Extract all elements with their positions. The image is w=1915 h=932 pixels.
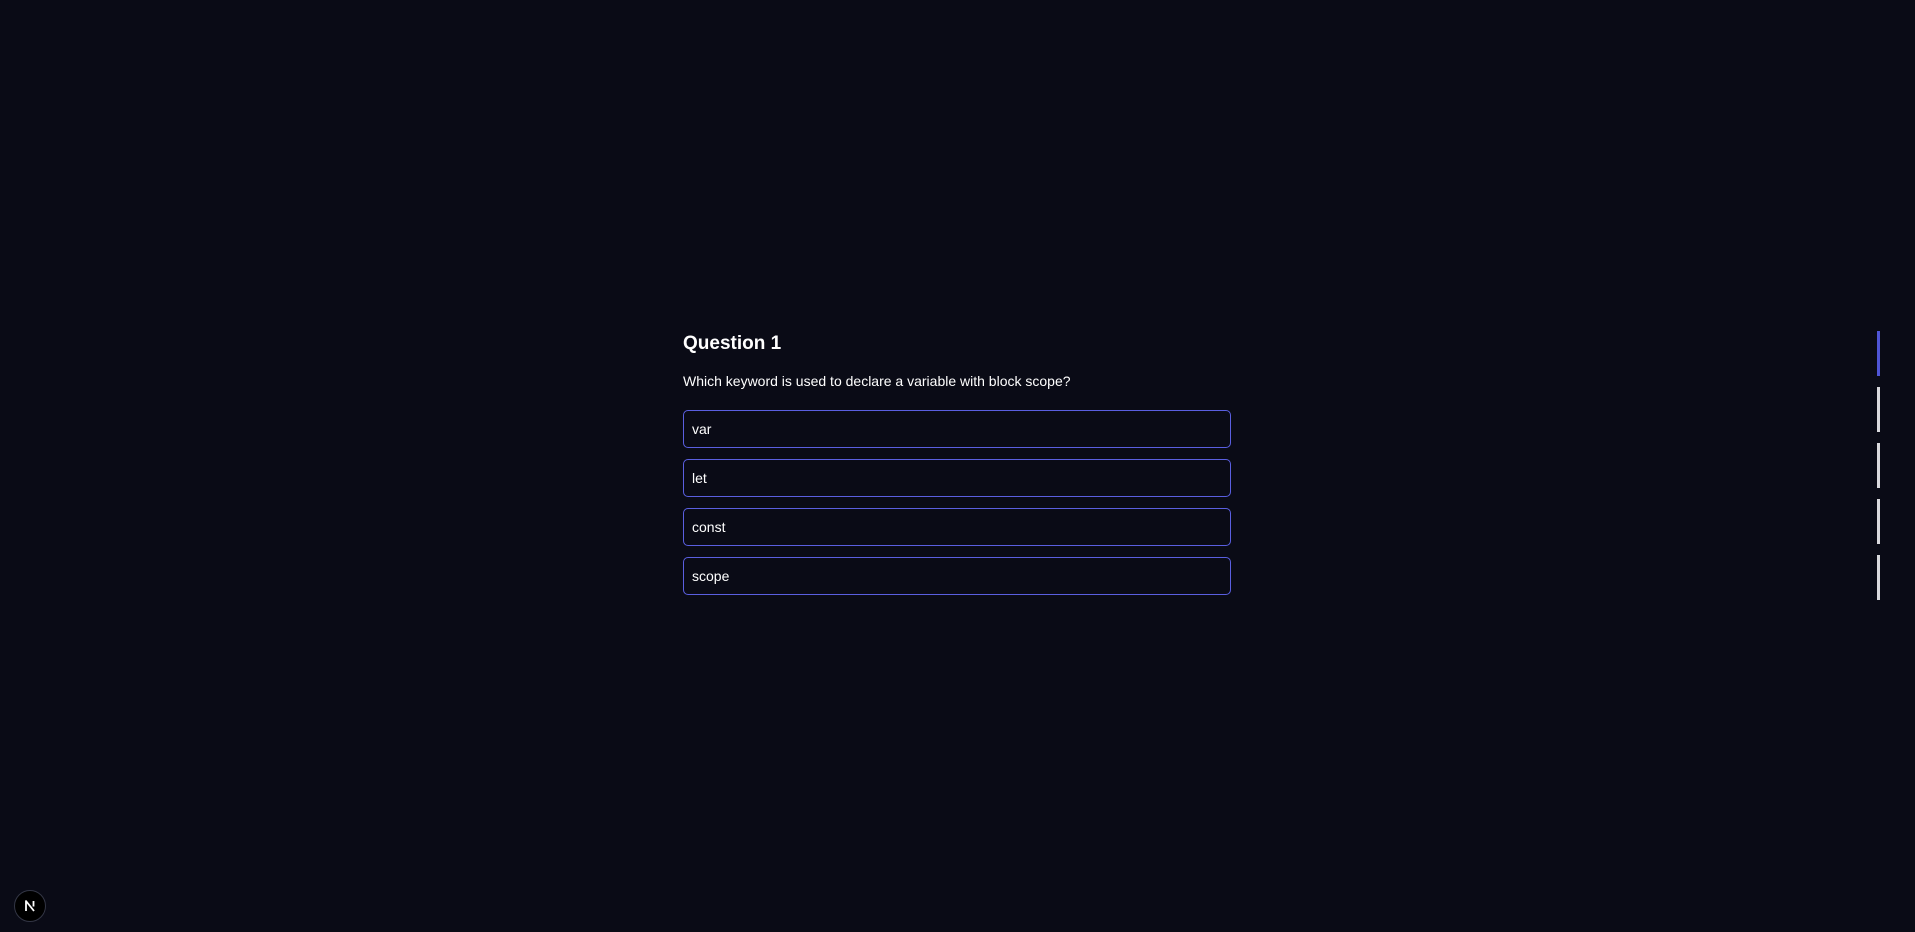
- question-title: Question 1: [683, 333, 782, 354]
- answer-option-var[interactable]: var: [683, 410, 1231, 448]
- answer-options: var let const scope: [683, 410, 1231, 595]
- progress-step-1[interactable]: [1877, 331, 1880, 376]
- answer-option-const[interactable]: const: [683, 508, 1231, 546]
- answer-option-scope[interactable]: scope: [683, 557, 1231, 595]
- nextjs-devtools-button[interactable]: [14, 890, 46, 922]
- progress-step-3[interactable]: [1877, 443, 1880, 488]
- quiz-page: Question 1 Which keyword is used to decl…: [0, 0, 1915, 932]
- progress-step-5[interactable]: [1877, 555, 1880, 600]
- question-progress-indicator: [1877, 331, 1880, 600]
- question-card: Question 1 Which keyword is used to decl…: [683, 332, 1231, 595]
- nextjs-logo-icon: [25, 900, 35, 912]
- answer-option-let[interactable]: let: [683, 459, 1231, 497]
- question-text: Which keyword is used to declare a varia…: [683, 373, 1071, 389]
- progress-step-2[interactable]: [1877, 387, 1880, 432]
- progress-step-4[interactable]: [1877, 499, 1880, 544]
